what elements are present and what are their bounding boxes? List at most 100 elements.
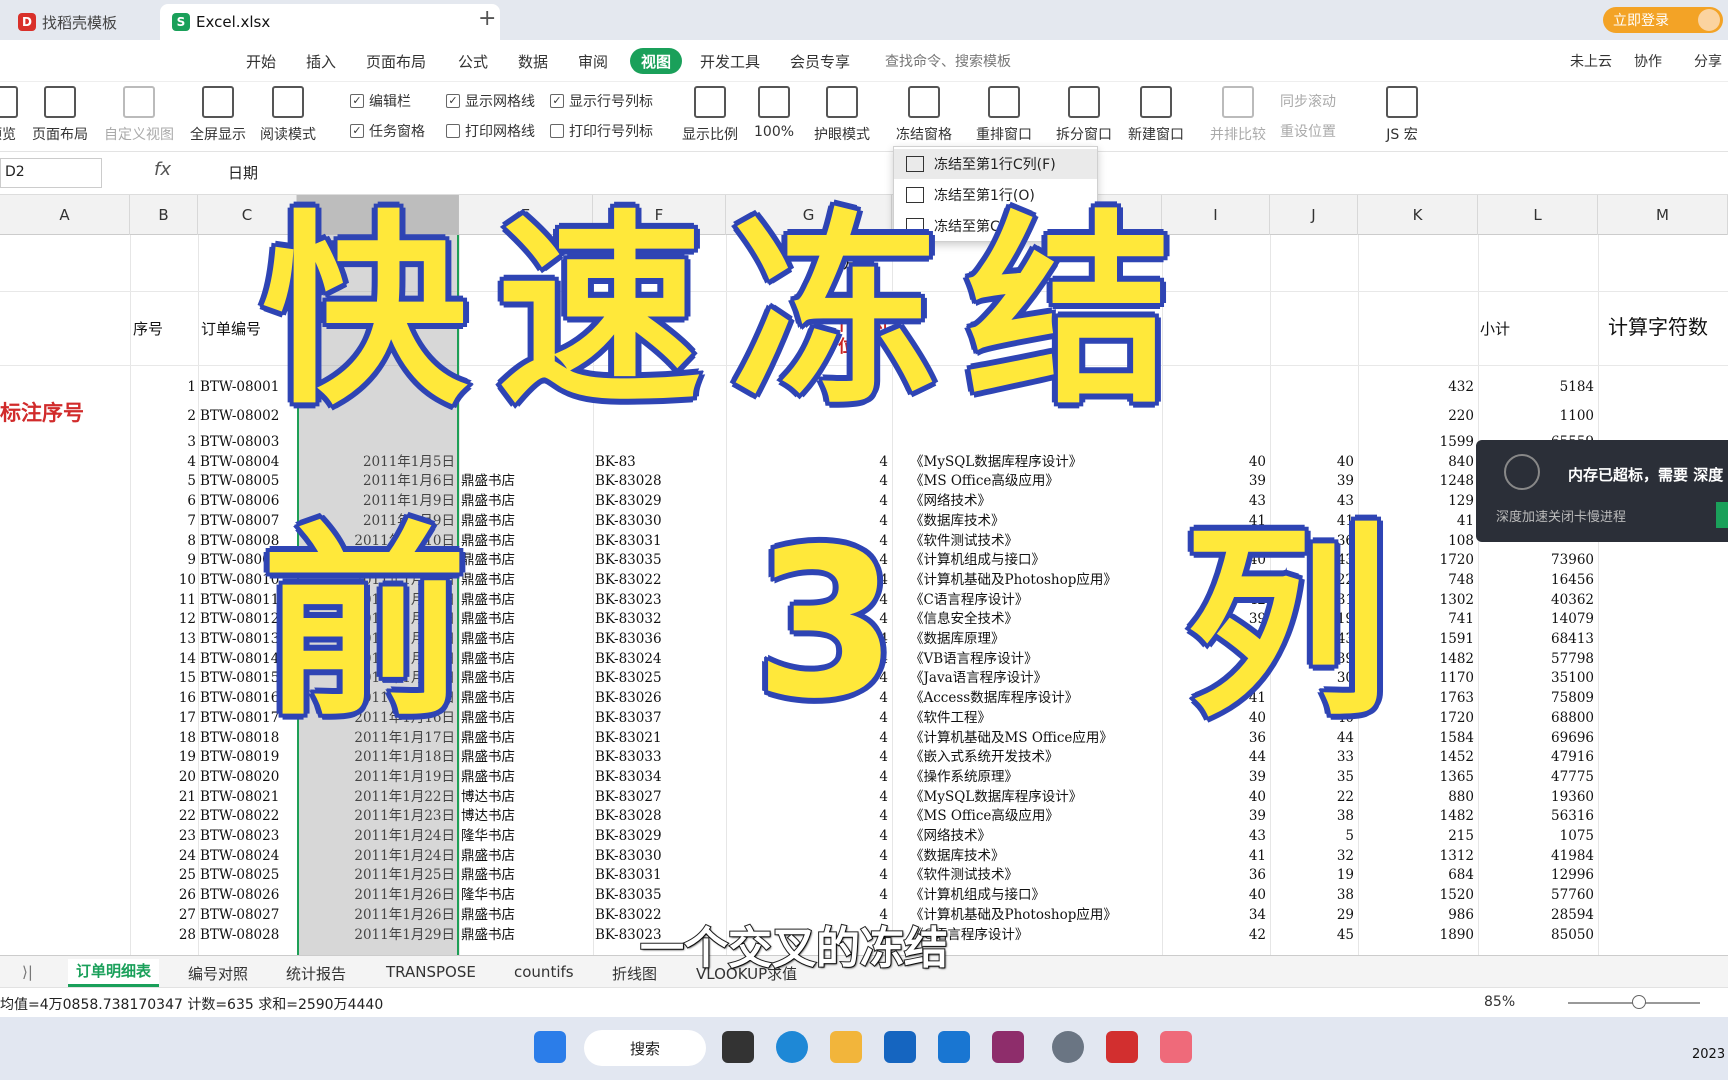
- menu-insert[interactable]: 插入: [306, 51, 336, 72]
- table-cell[interactable]: 16: [130, 688, 196, 708]
- table-cell[interactable]: BK-83031: [595, 865, 725, 885]
- table-cell[interactable]: BTW-08020: [200, 767, 296, 787]
- table-cell[interactable]: 隆华书店: [461, 826, 591, 846]
- table-cell[interactable]: 40: [1162, 787, 1266, 807]
- collaborate-button[interactable]: 协作: [1634, 51, 1662, 71]
- sync-scroll-toggle[interactable]: 同步滚动: [1280, 91, 1336, 111]
- table-cell[interactable]: 42: [1162, 925, 1266, 945]
- table-cell[interactable]: 32: [1270, 846, 1354, 866]
- settings-icon[interactable]: [1052, 1031, 1084, 1063]
- gridlines-checkbox[interactable]: ✓ 显示网格线: [446, 91, 535, 111]
- table-cell[interactable]: 博达书店: [461, 806, 591, 826]
- app-icon[interactable]: [884, 1031, 916, 1063]
- table-cell[interactable]: 18: [130, 728, 196, 748]
- table-cell[interactable]: BTW-08028: [200, 925, 296, 945]
- freeze-panes-button[interactable]: 冻结窗格: [896, 86, 952, 144]
- cloud-status[interactable]: 未上云: [1570, 51, 1612, 71]
- memory-warning-popup[interactable]: 内存已超标，需要 深度 深度加速关闭卡慢进程: [1476, 440, 1728, 542]
- table-cell[interactable]: 鼎盛书店: [461, 747, 591, 767]
- table-cell[interactable]: 19: [130, 747, 196, 767]
- table-cell[interactable]: 9: [130, 550, 196, 570]
- split-window-button[interactable]: 拆分窗口: [1056, 86, 1112, 144]
- table-cell[interactable]: 5: [1270, 826, 1354, 846]
- table-cell[interactable]: 33: [1270, 747, 1354, 767]
- name-box[interactable]: D2: [0, 158, 102, 188]
- table-cell[interactable]: 47916: [1478, 747, 1594, 767]
- table-cell[interactable]: 22: [1270, 787, 1354, 807]
- table-cell[interactable]: BK-83030: [595, 846, 725, 866]
- js-macro-button[interactable]: JS 宏: [1386, 86, 1418, 144]
- table-cell[interactable]: 1482: [1358, 806, 1474, 826]
- table-cell[interactable]: 1599: [1358, 432, 1474, 452]
- table-cell[interactable]: 45: [1270, 925, 1354, 945]
- table-cell[interactable]: BK-83029: [595, 826, 725, 846]
- table-cell[interactable]: 4: [726, 787, 888, 807]
- sheet-tab[interactable]: 统计报告: [286, 963, 346, 984]
- table-cell[interactable]: 4: [726, 846, 888, 866]
- table-cell[interactable]: BK-83028: [595, 471, 725, 491]
- table-cell[interactable]: 13: [130, 629, 196, 649]
- table-cell[interactable]: 17: [130, 708, 196, 728]
- zoom-level[interactable]: 85%: [1484, 994, 1515, 1010]
- new-tab-icon[interactable]: +: [478, 6, 496, 31]
- table-cell[interactable]: 880: [1358, 787, 1474, 807]
- table-cell[interactable]: 4: [726, 806, 888, 826]
- sheet-tab[interactable]: countifs: [514, 963, 574, 981]
- table-cell[interactable]: 6: [130, 491, 196, 511]
- table-cell[interactable]: 1890: [1358, 925, 1474, 945]
- menu-formula[interactable]: 公式: [458, 51, 488, 72]
- table-cell[interactable]: 14: [130, 649, 196, 669]
- menu-review[interactable]: 审阅: [578, 51, 608, 72]
- table-cell[interactable]: 57760: [1478, 885, 1594, 905]
- table-cell[interactable]: 215: [1358, 826, 1474, 846]
- table-cell[interactable]: 35: [1270, 767, 1354, 787]
- table-cell[interactable]: BK-83035: [595, 885, 725, 905]
- table-cell[interactable]: BK-83033: [595, 747, 725, 767]
- zoom-slider-handle[interactable]: [1632, 995, 1646, 1009]
- table-cell[interactable]: 4: [726, 452, 888, 472]
- eye-protection-button[interactable]: 护眼模式: [814, 86, 870, 144]
- table-cell[interactable]: 25: [130, 865, 196, 885]
- menu-home[interactable]: 开始: [246, 51, 276, 72]
- tab-excel-file[interactable]: S Excel.xlsx: [160, 4, 500, 40]
- table-cell[interactable]: 1: [130, 377, 196, 397]
- fullscreen-button[interactable]: 全屏显示: [190, 86, 246, 144]
- table-cell[interactable]: 4: [726, 826, 888, 846]
- col-header[interactable]: J: [1270, 195, 1358, 235]
- table-cell[interactable]: BTW-08023: [200, 826, 296, 846]
- table-cell[interactable]: 4: [726, 767, 888, 787]
- table-cell[interactable]: 38: [1270, 806, 1354, 826]
- table-cell[interactable]: 《计算机组成与接口》: [910, 885, 1160, 905]
- table-cell[interactable]: 40: [1162, 885, 1266, 905]
- col-header[interactable]: L: [1478, 195, 1598, 235]
- winrar-icon[interactable]: [992, 1031, 1024, 1063]
- table-cell[interactable]: 21: [130, 787, 196, 807]
- table-cell[interactable]: 41984: [1478, 846, 1594, 866]
- col-header[interactable]: B: [130, 195, 198, 235]
- table-cell[interactable]: 《数据库技术》: [910, 846, 1160, 866]
- col-header[interactable]: M: [1598, 195, 1728, 235]
- table-cell[interactable]: 44: [1162, 747, 1266, 767]
- table-cell[interactable]: 47775: [1478, 767, 1594, 787]
- freeze-row1-colc-item[interactable]: 冻结至第1行C列(F): [894, 149, 1097, 179]
- table-cell[interactable]: 《MS Office高级应用》: [910, 806, 1160, 826]
- table-cell[interactable]: 4: [726, 865, 888, 885]
- print-gridlines-checkbox[interactable]: 打印网格线: [446, 121, 535, 141]
- reset-position-button[interactable]: 重设位置: [1280, 121, 1336, 141]
- table-cell[interactable]: 24: [130, 846, 196, 866]
- task-view-icon[interactable]: [722, 1031, 754, 1063]
- menu-developer[interactable]: 开发工具: [700, 51, 760, 72]
- table-cell[interactable]: 39: [1270, 471, 1354, 491]
- task-pane-checkbox[interactable]: ✓ 任务窗格: [350, 121, 425, 141]
- edge-icon[interactable]: [776, 1031, 808, 1063]
- sheet-tab[interactable]: TRANSPOSE: [386, 963, 476, 981]
- share-button[interactable]: 分享: [1694, 51, 1722, 71]
- table-cell[interactable]: 8: [130, 531, 196, 551]
- table-cell[interactable]: BK-83027: [595, 787, 725, 807]
- table-cell[interactable]: BTW-08004: [200, 452, 296, 472]
- table-cell[interactable]: 《操作系统原理》: [910, 767, 1160, 787]
- table-cell[interactable]: 23: [130, 826, 196, 846]
- menu-view[interactable]: 视图: [630, 48, 682, 74]
- table-cell[interactable]: 26: [130, 885, 196, 905]
- table-cell[interactable]: 11: [130, 590, 196, 610]
